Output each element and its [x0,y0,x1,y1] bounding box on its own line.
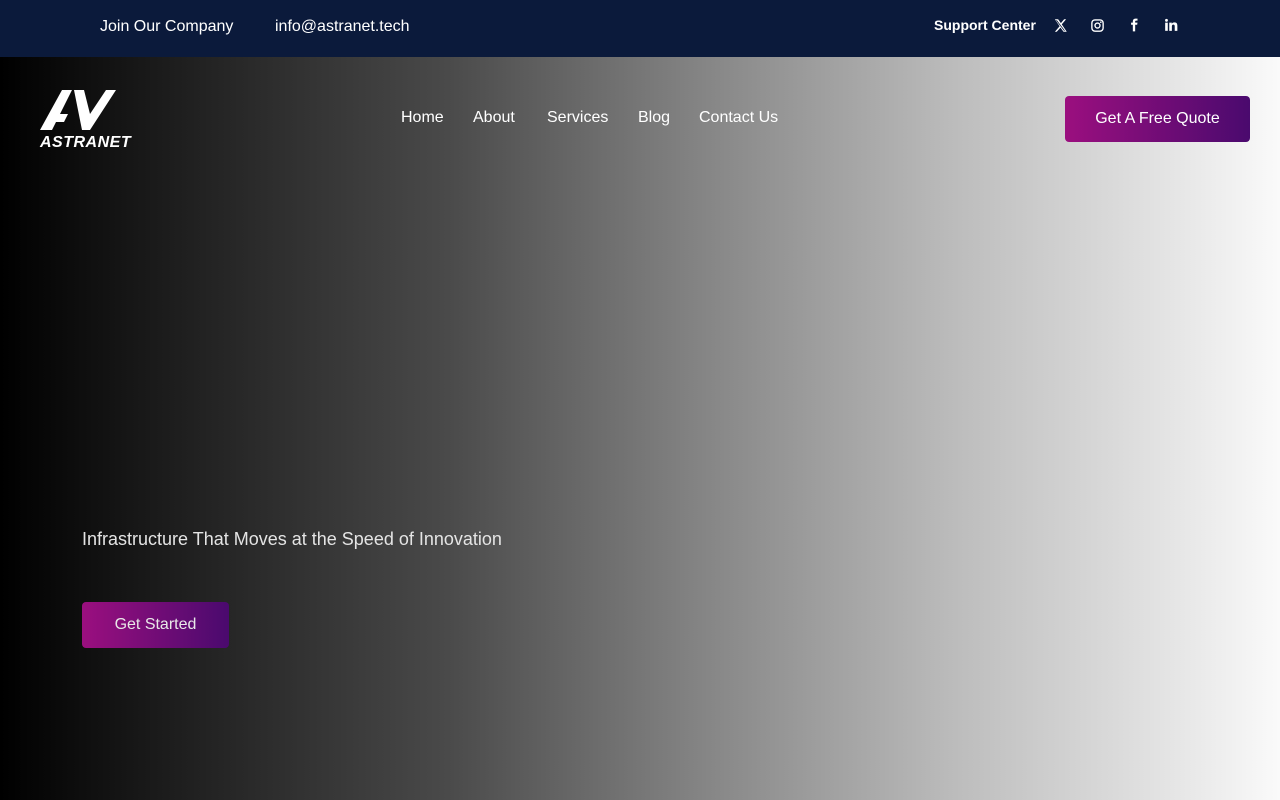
email-link[interactable]: info@astranet.tech [275,18,410,36]
hero-section [0,57,1280,800]
logo-mark-icon [40,90,116,130]
nav-item-about[interactable]: About [473,109,515,127]
x-icon[interactable] [1050,15,1070,35]
logo-wordmark: ASTRANET [40,134,132,151]
instagram-icon[interactable] [1087,15,1107,35]
nav-item-contact[interactable]: Contact Us [699,109,778,127]
support-center-link[interactable]: Support Center [934,17,1036,33]
facebook-icon[interactable] [1124,15,1144,35]
linkedin-icon[interactable] [1161,15,1181,35]
nav-item-blog[interactable]: Blog [638,109,670,127]
nav-item-services[interactable]: Services [547,109,608,127]
top-bar: Join Our Company info@astranet.tech Supp… [0,0,1280,57]
get-started-button[interactable]: Get Started [82,602,229,648]
free-quote-button[interactable]: Get A Free Quote [1065,96,1250,142]
nav-item-home[interactable]: Home [401,109,444,127]
hero-tagline: Infrastructure That Moves at the Speed o… [82,529,502,549]
join-company-link[interactable]: Join Our Company [100,18,233,36]
